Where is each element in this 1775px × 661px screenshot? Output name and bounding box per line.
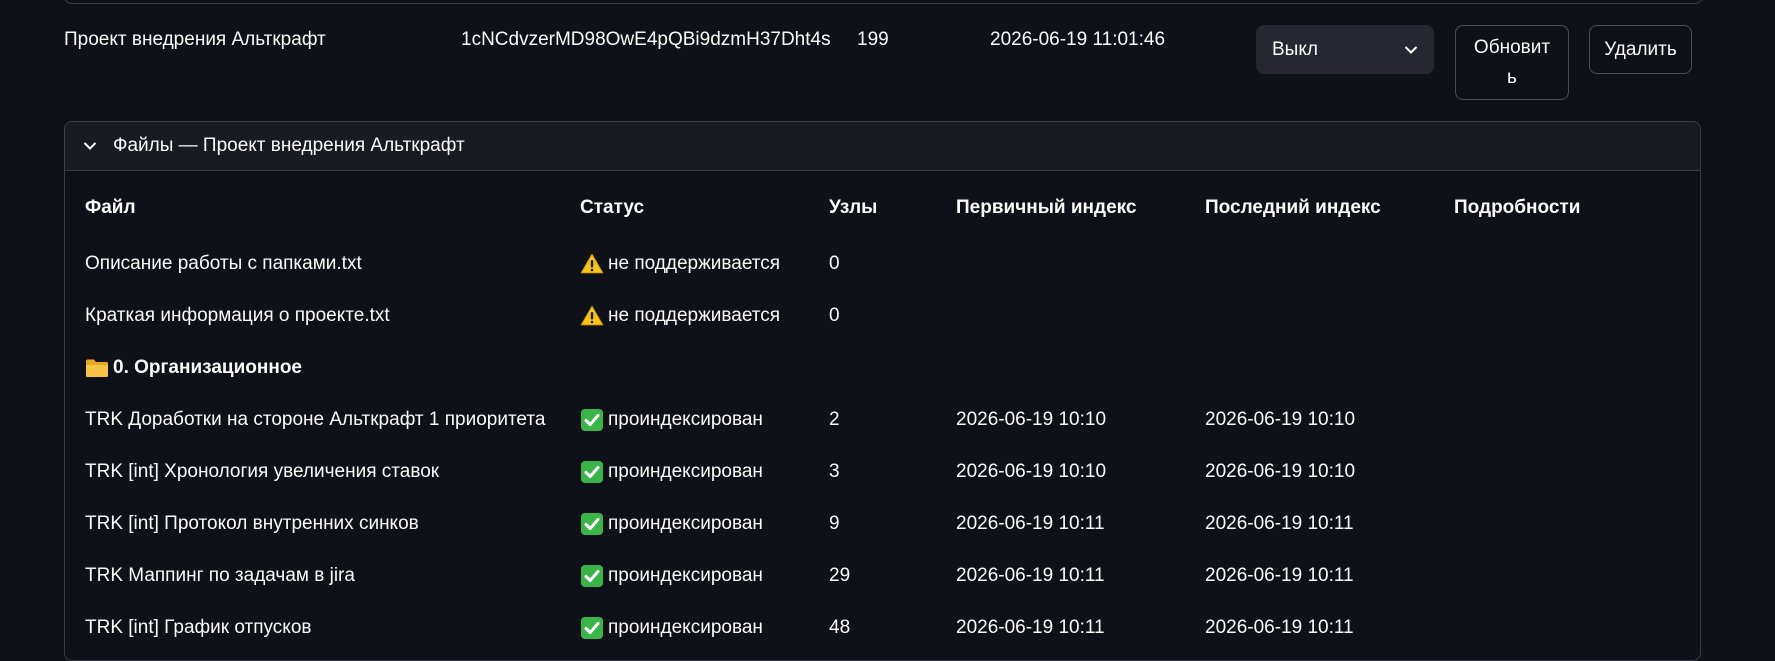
- file-status: не поддерживается: [580, 290, 780, 342]
- table-row: TRK [int] График отпусков проиндексирова…: [65, 602, 1700, 654]
- table-row: TRK [int] Протокол внутренних синков про…: [65, 498, 1700, 550]
- file-nodes: 29: [829, 565, 851, 586]
- file-name: TRK [int] График отпусков: [85, 617, 312, 638]
- column-header-first-index: Первичный индекс: [956, 197, 1137, 218]
- project-count: 199: [857, 29, 889, 50]
- file-name: TRK [int] Хронология увеличения ставок: [85, 461, 440, 482]
- file-status-text: проиндексирован: [608, 513, 763, 534]
- folder-row: 0. Организационное: [65, 342, 1700, 394]
- chevron-down-icon: [83, 141, 97, 151]
- project-row: Проект внедрения Альткрафт 1cNCdvzerMD98…: [0, 0, 1775, 110]
- check-icon: [581, 565, 603, 587]
- folder-name: 0. Организационное: [113, 357, 302, 378]
- file-last-index: 2026-06-19 10:11: [1205, 565, 1354, 586]
- file-name: TRK Доработки на стороне Альткрафт 1 при…: [85, 409, 546, 430]
- file-nodes: 2: [829, 409, 840, 430]
- table-row: Описание работы с папками.txt не поддерж…: [65, 238, 1700, 290]
- project-name: Проект внедрения Альткрафт: [64, 29, 326, 50]
- project-key: 1cNCdvzerMD98OwE4pQBi9dzmH37Dht4s: [461, 29, 831, 50]
- file-nodes: 0: [829, 253, 840, 274]
- file-status-text: проиндексирован: [608, 617, 763, 638]
- file-nodes: 3: [829, 461, 840, 482]
- folder-label: 0. Организационное: [85, 342, 302, 394]
- file-status: проиндексирован: [580, 394, 763, 446]
- file-status-text: проиндексирован: [608, 409, 763, 430]
- check-icon: [581, 617, 603, 639]
- folder-icon: [86, 359, 108, 377]
- file-nodes: 9: [829, 513, 840, 534]
- refresh-label-line2: ь: [1507, 66, 1517, 88]
- check-icon: [581, 461, 603, 483]
- chevron-down-icon: [1404, 39, 1418, 61]
- file-first-index: 2026-06-19 10:10: [956, 409, 1107, 430]
- warning-icon: [580, 253, 604, 274]
- column-header-status: Статус: [580, 197, 645, 218]
- file-nodes: 48: [829, 617, 851, 638]
- file-status: проиндексирован: [580, 498, 763, 550]
- table-header-row: Файл Статус Узлы Первичный индекс Послед…: [65, 170, 1700, 238]
- check-icon: [581, 513, 603, 535]
- files-table: Файл Статус Узлы Первичный индекс Послед…: [65, 170, 1700, 654]
- refresh-label-line1: Обновит: [1473, 36, 1551, 58]
- column-header-last-index: Последний индекс: [1205, 197, 1381, 218]
- file-status: проиндексирован: [580, 602, 763, 654]
- column-header-nodes: Узлы: [829, 197, 878, 218]
- file-last-index: 2026-06-19 10:11: [1205, 617, 1354, 638]
- file-name: TRK Маппинг по задачам в jira: [85, 565, 355, 586]
- file-last-index: 2026-06-19 10:11: [1205, 513, 1354, 534]
- check-icon: [581, 409, 603, 431]
- table-row: TRK Доработки на стороне Альткрафт 1 при…: [65, 394, 1700, 446]
- project-date: 2026-06-19 11:01:46: [990, 29, 1166, 50]
- file-status-text: проиндексирован: [608, 565, 763, 586]
- table-row: TRK Маппинг по задачам в jira проиндекси…: [65, 550, 1700, 602]
- file-first-index: 2026-06-19 10:11: [956, 513, 1105, 534]
- file-first-index: 2026-06-19 10:11: [956, 617, 1105, 638]
- column-header-details: Подробности: [1454, 197, 1581, 218]
- refresh-button[interactable]: Обновит ь: [1455, 25, 1569, 100]
- files-expander-header[interactable]: Файлы — Проект внедрения Альткрафт: [65, 122, 1700, 171]
- delete-button[interactable]: Удалить: [1589, 25, 1692, 74]
- files-expander: Файлы — Проект внедрения Альткрафт Файл …: [64, 121, 1701, 661]
- file-name: TRK [int] Протокол внутренних синков: [85, 513, 419, 534]
- file-last-index: 2026-06-19 10:10: [1205, 409, 1356, 430]
- file-last-index: 2026-06-19 10:10: [1205, 461, 1356, 482]
- mode-select[interactable]: Выкл: [1256, 25, 1434, 74]
- table-row: Краткая информация о проекте.txt не подд…: [65, 290, 1700, 342]
- file-status: проиндексирован: [580, 446, 763, 498]
- file-name: Описание работы с папками.txt: [85, 253, 362, 274]
- file-status: не поддерживается: [580, 238, 780, 290]
- file-status-text: проиндексирован: [608, 461, 763, 482]
- file-status: проиндексирован: [580, 550, 763, 602]
- file-first-index: 2026-06-19 10:10: [956, 461, 1107, 482]
- file-nodes: 0: [829, 305, 840, 326]
- mode-select-value: Выкл: [1272, 38, 1318, 60]
- file-status-text: не поддерживается: [608, 305, 781, 326]
- file-first-index: 2026-06-19 10:11: [956, 565, 1105, 586]
- file-name: Краткая информация о проекте.txt: [85, 305, 390, 326]
- column-header-file: Файл: [85, 197, 136, 218]
- files-expander-title: Файлы — Проект внедрения Альткрафт: [113, 135, 465, 156]
- warning-icon: [580, 305, 604, 326]
- file-status-text: не поддерживается: [608, 253, 781, 274]
- table-row: TRK [int] Хронология увеличения ставок п…: [65, 446, 1700, 498]
